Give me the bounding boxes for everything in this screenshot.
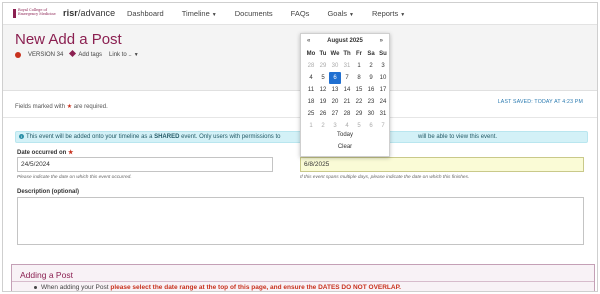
nav-dashboard[interactable]: Dashboard	[127, 9, 164, 18]
description-textarea[interactable]	[17, 197, 584, 245]
day-cell[interactable]: 6	[365, 120, 377, 132]
datepicker-popup: « August 2025 » Mo Tu We Th Fr Sa Su 28 29 30 31 1 2…	[300, 33, 390, 157]
next-month-button[interactable]: »	[380, 38, 383, 44]
nav-documents[interactable]: Documents	[235, 9, 273, 18]
datepicker-month-label[interactable]: August 2025	[301, 38, 389, 44]
rcem-crest-icon	[13, 9, 16, 18]
day-cell[interactable]: 8	[353, 72, 365, 84]
status-dot-icon	[15, 51, 21, 58]
last-saved-status: LAST SAVED: TODAY AT 4:23 PM	[497, 99, 583, 105]
nav-timeline[interactable]: Timeline ▼	[182, 9, 217, 18]
day-cell[interactable]: 17	[377, 84, 389, 96]
day-cell[interactable]: 16	[365, 84, 377, 96]
day-cell[interactable]: 25	[305, 108, 317, 120]
day-cell[interactable]: 2	[317, 120, 329, 132]
weekday-header: Tu	[319, 51, 327, 57]
description-label: Description (optional)	[17, 189, 79, 195]
caret-down-icon: ▼	[211, 12, 217, 18]
day-cell[interactable]: 14	[341, 84, 353, 96]
weekday-header: We	[330, 51, 340, 57]
day-cell[interactable]: 2	[365, 60, 377, 72]
day-cell[interactable]: 5	[317, 72, 329, 84]
day-cell[interactable]: 7	[377, 120, 389, 132]
day-cell[interactable]: 20	[329, 96, 341, 108]
day-cell[interactable]: 3	[377, 60, 389, 72]
end-date-input[interactable]: 6/8/2025	[300, 157, 584, 172]
nav-faqs[interactable]: FAQs	[291, 9, 310, 18]
page-title: New Add a Post	[15, 31, 122, 48]
version-label: VERSION 34	[28, 51, 64, 58]
date-occurred-label: Date occurred on ★	[17, 150, 74, 156]
link-to-dropdown[interactable]: Link to .. ▼	[109, 52, 139, 58]
risr-advance-brand[interactable]: risr/advance	[63, 8, 115, 18]
tag-icon	[69, 49, 77, 58]
event-meta-bar: VERSION 34 Add tags Link to .. ▼	[15, 49, 139, 58]
day-cell[interactable]: 1	[353, 60, 365, 72]
day-cell[interactable]: 26	[317, 108, 329, 120]
date-occurred-hint: Please indicate the date on which this e…	[17, 175, 132, 180]
datepicker-grid: Mo Tu We Th Fr Sa Su 28 29 30 31 1 2 3 4 5 6 7 8 9 10 11 12 13 1…	[305, 48, 389, 132]
day-cell[interactable]: 24	[377, 96, 389, 108]
rcem-logo[interactable]: Royal College of Emergency Medicine	[13, 7, 57, 21]
weekday-header: Fr	[356, 51, 362, 57]
required-fields-note: Fields marked with ★ are required.	[15, 104, 108, 110]
day-cell[interactable]: 28	[305, 60, 317, 72]
caret-down-icon: ▼	[133, 51, 139, 58]
required-star-icon: ★	[68, 150, 74, 156]
adding-post-panel: Adding a Post When adding your Post plea…	[11, 264, 595, 291]
datepicker-header: « August 2025 »	[301, 38, 389, 46]
bullet-icon	[34, 285, 37, 289]
caret-down-icon: ▼	[400, 12, 406, 18]
panel-title: Adding a Post	[20, 270, 73, 280]
top-navbar: Royal College of Emergency Medicine risr…	[3, 3, 597, 25]
day-cell[interactable]: 31	[341, 60, 353, 72]
day-cell[interactable]: 29	[353, 108, 365, 120]
required-star-icon: ★	[66, 104, 73, 110]
clear-button[interactable]: Clear	[301, 144, 389, 150]
day-cell[interactable]: 22	[353, 96, 365, 108]
weekday-header: Su	[379, 51, 387, 57]
selected-day-cell[interactable]: 6	[329, 72, 341, 84]
day-cell[interactable]: 9	[365, 72, 377, 84]
today-button[interactable]: Today	[301, 132, 389, 138]
nav-goals[interactable]: Goals ▼	[327, 9, 354, 18]
add-tags-button[interactable]: Add tags	[69, 49, 102, 58]
day-cell[interactable]: 29	[317, 60, 329, 72]
day-cell[interactable]: 23	[365, 96, 377, 108]
panel-instruction: When adding your Post please select the …	[34, 284, 401, 291]
caret-down-icon: ▼	[349, 12, 354, 18]
day-cell[interactable]: 15	[353, 84, 365, 96]
app-window: Royal College of Emergency Medicine risr…	[2, 2, 598, 292]
date-occurred-input[interactable]: 24/5/2024	[17, 157, 273, 172]
day-cell[interactable]: 4	[341, 120, 353, 132]
day-cell[interactable]: 4	[305, 72, 317, 84]
day-cell[interactable]: 10	[377, 72, 389, 84]
day-cell[interactable]: 7	[341, 72, 353, 84]
day-cell[interactable]: 28	[341, 108, 353, 120]
day-cell[interactable]: 11	[305, 84, 317, 96]
rcem-logo-text: Royal College of Emergency Medicine	[18, 8, 56, 16]
day-cell[interactable]: 19	[317, 96, 329, 108]
weekday-header: Sa	[367, 51, 375, 57]
panel-divider	[12, 281, 594, 282]
info-icon: i	[19, 134, 24, 139]
day-cell[interactable]: 30	[365, 108, 377, 120]
day-cell[interactable]: 18	[305, 96, 317, 108]
day-cell[interactable]: 27	[329, 108, 341, 120]
weekday-header: Th	[343, 51, 351, 57]
day-cell[interactable]: 30	[329, 60, 341, 72]
weekday-header: Mo	[306, 51, 316, 57]
nav-reports[interactable]: Reports ▼	[372, 9, 405, 18]
end-date-hint: If this event spans multiple days, pleas…	[300, 175, 470, 180]
day-cell[interactable]: 1	[305, 120, 317, 132]
day-cell[interactable]: 5	[353, 120, 365, 132]
day-cell[interactable]: 21	[341, 96, 353, 108]
day-cell[interactable]: 13	[329, 84, 341, 96]
day-cell[interactable]: 3	[329, 120, 341, 132]
day-cell[interactable]: 31	[377, 108, 389, 120]
day-cell[interactable]: 12	[317, 84, 329, 96]
